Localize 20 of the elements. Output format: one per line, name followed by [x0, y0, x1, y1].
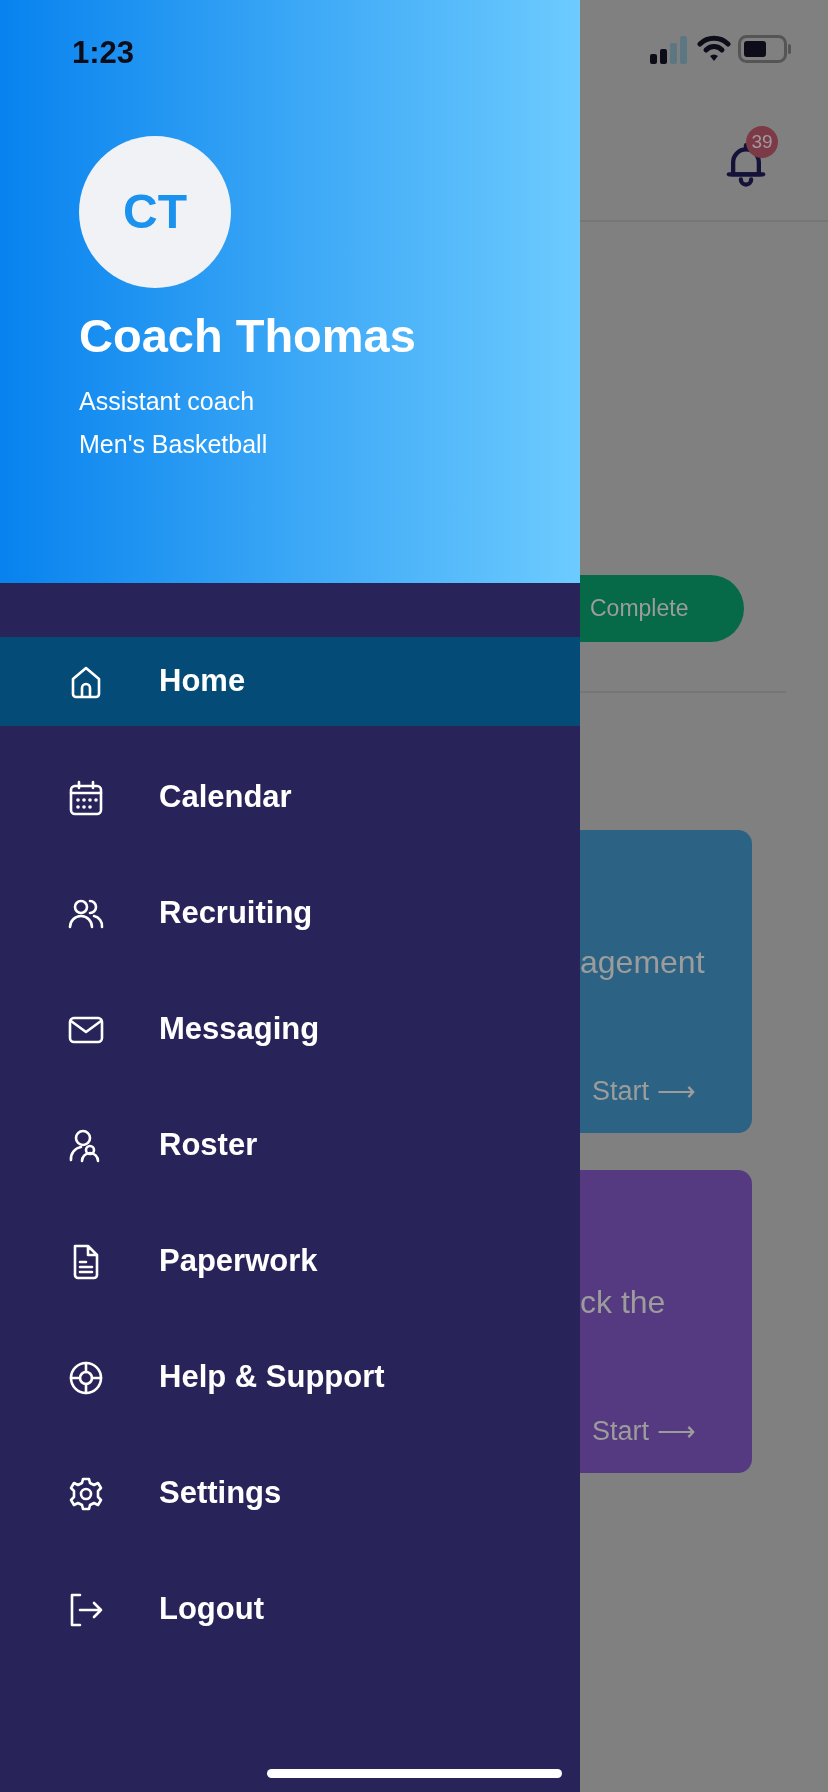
card-title: ck the	[580, 1283, 666, 1322]
status-time: 1:23	[72, 34, 135, 72]
signal-icon	[650, 36, 688, 64]
user-role: Assistant coach	[79, 386, 256, 418]
menu-item[interactable]: Home	[0, 637, 580, 726]
wifi-icon	[697, 34, 731, 62]
menu-item[interactable]: Paperwork	[0, 1217, 580, 1306]
user-name: Coach Thomas	[79, 308, 417, 364]
battery-icon	[738, 35, 792, 63]
notification-badge: 39	[746, 126, 778, 158]
menu-item[interactable]: Recruiting	[0, 869, 580, 958]
menu-item[interactable]: Logout	[0, 1565, 580, 1654]
menu-item[interactable]: Messaging	[0, 985, 580, 1074]
menu-item[interactable]: Calendar	[0, 753, 580, 842]
card-title: agement	[580, 943, 705, 982]
menu-item[interactable]: Settings	[0, 1449, 580, 1538]
menu-item[interactable]: Roster	[0, 1101, 580, 1190]
user-team: Men's Basketball	[79, 429, 269, 461]
menu-item[interactable]: Help & Support	[0, 1333, 580, 1422]
avatar: CT	[79, 136, 231, 288]
